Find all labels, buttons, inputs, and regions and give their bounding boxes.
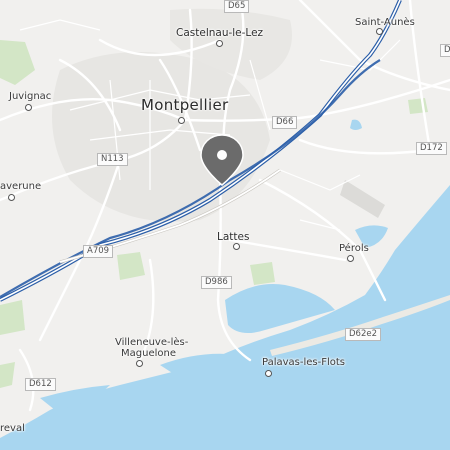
road-shield-d65: D65 (224, 0, 250, 13)
place-label-saint-aunes: Saint-Aunès (355, 17, 415, 28)
road-shield-d62e2: D62e2 (345, 328, 381, 341)
place-label-lattes: Lattes (217, 231, 250, 243)
place-dot-palavas (265, 370, 272, 377)
park-area (0, 300, 25, 335)
place-label-villeneuve-line2: Maguelone (121, 348, 176, 359)
map-view[interactable]: Montpellier Castelnau-le-Lez Saint-Aunès… (0, 0, 450, 450)
place-dot-juvignac (25, 104, 32, 111)
road-shield-d986: D986 (201, 276, 232, 289)
place-label-montpellier: Montpellier (141, 96, 229, 114)
road-shield-d66: D66 (272, 116, 298, 129)
park-area (250, 262, 275, 285)
place-dot-laverune (8, 194, 15, 201)
place-label-palavas: Palavas-les-Flots (262, 357, 346, 368)
place-label-juvignac: Juvignac (9, 91, 52, 102)
place-label-frontignan-partial: reval (0, 423, 25, 434)
road-shield-d1-partial: D1 (440, 44, 450, 57)
road-shield-d172: D172 (416, 142, 447, 155)
place-label-laverune: averune (0, 181, 42, 192)
place-dot-villeneuve (136, 360, 143, 367)
place-label-perols: Pérols (339, 243, 369, 254)
park-area (117, 252, 145, 280)
place-dot-montpellier (178, 117, 185, 124)
road-shield-a709: A709 (83, 245, 114, 258)
place-label-castelnau: Castelnau-le-Lez (176, 27, 264, 39)
map-canvas[interactable] (0, 0, 450, 450)
place-dot-saint-aunes (376, 28, 383, 35)
place-dot-castelnau (216, 40, 223, 47)
road-shield-n113: N113 (97, 153, 128, 166)
road-shield-d612: D612 (25, 378, 56, 391)
place-dot-lattes (233, 243, 240, 250)
location-pin-icon[interactable] (199, 133, 245, 187)
place-dot-perols (347, 255, 354, 262)
place-label-villeneuve-line1: Villeneuve-lès- (115, 337, 189, 348)
